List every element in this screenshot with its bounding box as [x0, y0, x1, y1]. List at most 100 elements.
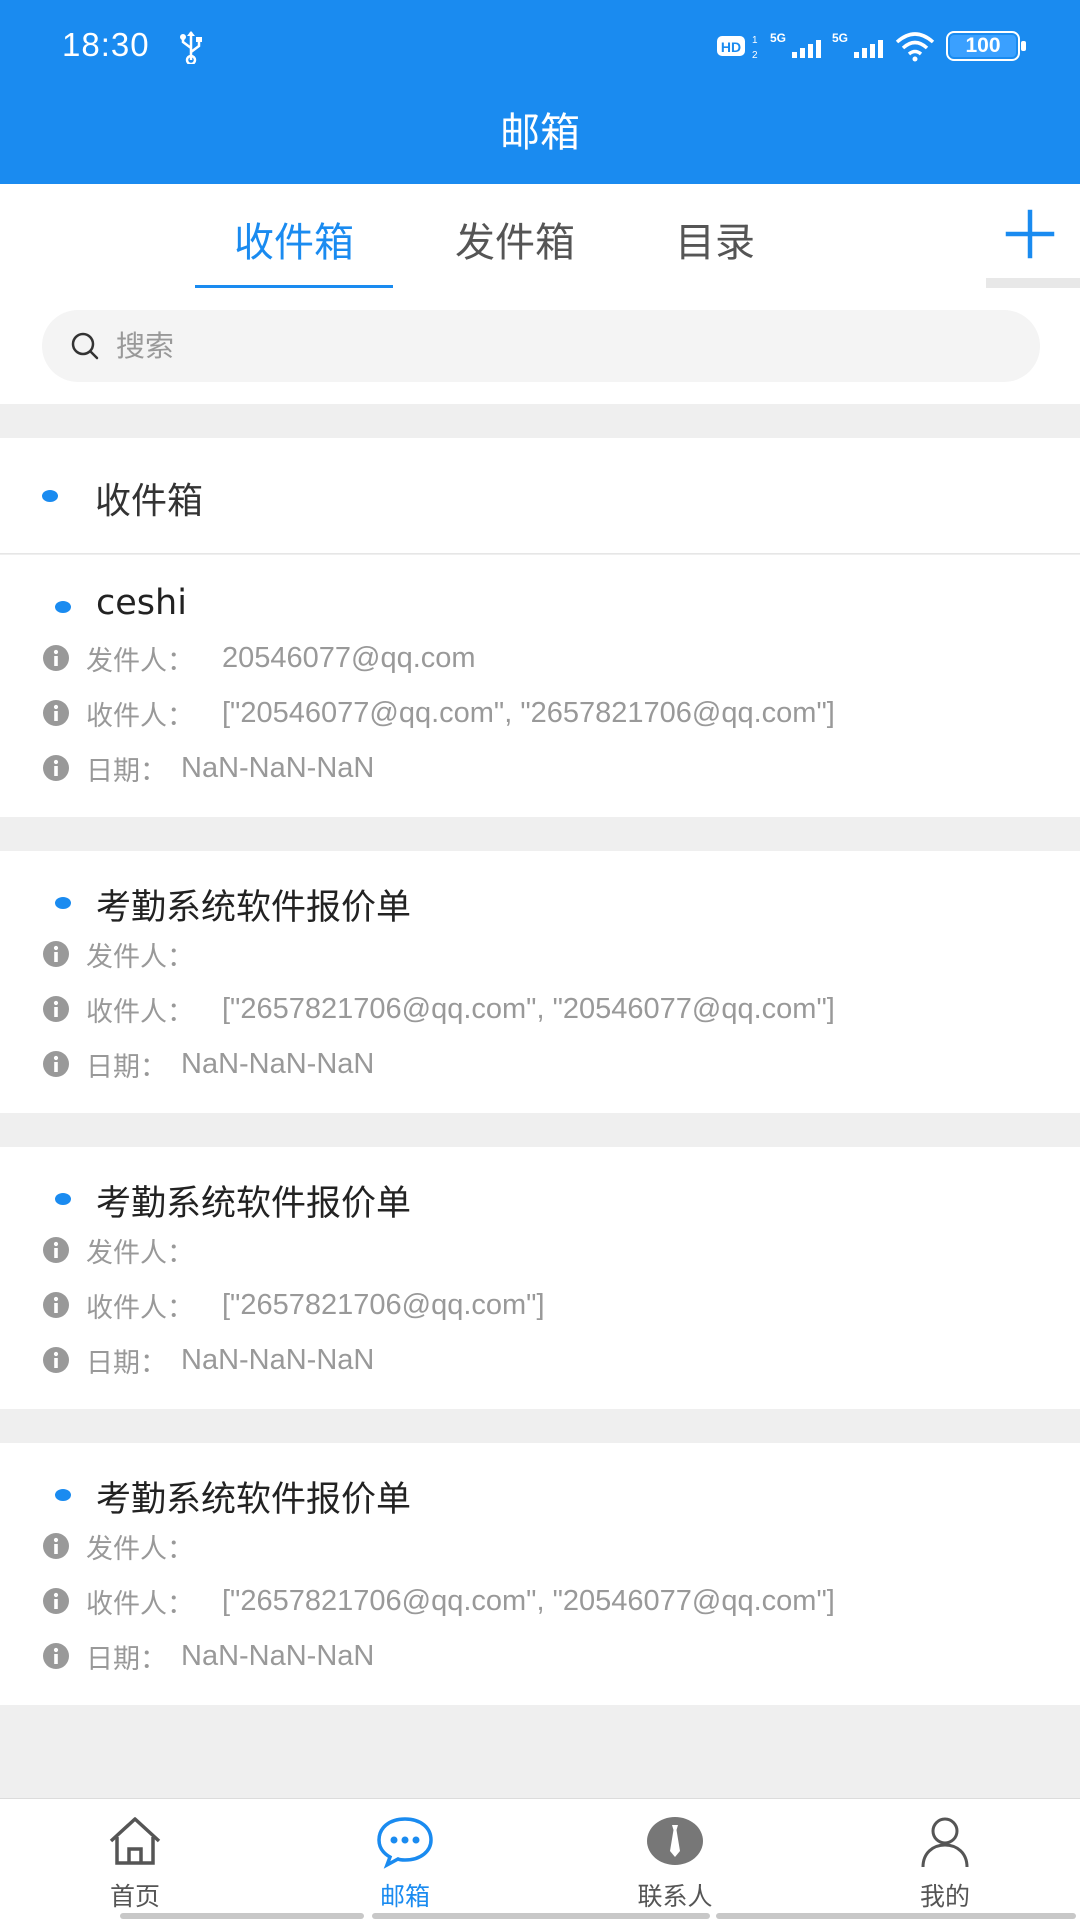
nav-indicator-1 [120, 1913, 364, 1919]
bullet-dot [55, 897, 71, 909]
mail-sender-row: 发件人： [42, 1529, 222, 1565]
sender-label: 发件人： [86, 1533, 194, 1565]
mail-recipients-row: 收件人： ["2657821706@qq.com", "20546077@qq.… [42, 1584, 835, 1620]
svg-text:5G: 5G [832, 31, 848, 45]
battery-icon: 100 [946, 31, 1026, 61]
signal-5g-icon: 5G [770, 31, 821, 58]
nav-indicator-3 [716, 1913, 1076, 1919]
search-icon [71, 332, 99, 360]
recipients-label: 收件人： [86, 700, 194, 732]
date-value: NaN-NaN-NaN [181, 1343, 375, 1376]
nav-item-home[interactable]: 首页 [0, 1799, 270, 1920]
info-icon [43, 1292, 69, 1318]
mail-recipients-row: 收件人： ["20546077@qq.com", "2657821706@qq.… [42, 696, 835, 732]
status-icons: HD 1 2 5G 5G 100 [716, 28, 1026, 64]
info-icon [43, 1643, 69, 1669]
sender-label: 发件人： [86, 941, 194, 973]
date-label: 日期： [86, 1643, 167, 1675]
info-icon [43, 755, 69, 781]
recipients-label: 收件人： [86, 1292, 194, 1324]
nav-label-home: 首页 [109, 1882, 160, 1911]
mail-sender-row: 发件人： 20546077@qq.com [42, 641, 476, 677]
nav-item-mailbox[interactable]: 邮箱 [270, 1799, 540, 1920]
date-label: 日期： [86, 1051, 167, 1083]
wifi-icon [895, 32, 935, 62]
mail-recipients-row: 收件人： ["2657821706@qq.com"] [42, 1288, 545, 1324]
nav-item-me[interactable]: 我的 [810, 1799, 1080, 1920]
active-tab-indicator [195, 285, 393, 288]
nav-label-me: 我的 [919, 1882, 970, 1911]
add-icon[interactable] [1002, 206, 1058, 262]
mail-item[interactable]: 考勤系统软件报价单 发件人： 收件人： ["2657821706@qq.com"… [0, 1443, 1080, 1705]
bottom-navigation: 首页 邮箱 联系人 我的 [0, 1798, 1080, 1920]
date-label: 日期： [86, 1347, 167, 1379]
date-value: NaN-NaN-NaN [181, 751, 375, 784]
mail-date-row: 日期： NaN-NaN-NaN [42, 1047, 375, 1083]
info-icon [43, 700, 69, 726]
nav-label-mailbox: 邮箱 [379, 1882, 430, 1911]
home-icon [109, 1817, 161, 1865]
svg-text:2: 2 [752, 50, 758, 61]
recipients-value: ["2657821706@qq.com"] [222, 1288, 545, 1321]
mail-subject: 考勤系统软件报价单 [96, 1480, 412, 1520]
info-icon [43, 996, 69, 1022]
mail-date-row: 日期： NaN-NaN-NaN [42, 1343, 375, 1379]
info-icon [43, 941, 69, 967]
sender-label: 发件人： [86, 645, 194, 677]
tab-inbox[interactable]: 收件箱 [195, 210, 393, 268]
date-value: NaN-NaN-NaN [181, 1639, 375, 1672]
recipients-value: ["2657821706@qq.com", "20546077@qq.com"] [222, 992, 835, 1025]
bullet-dot [55, 601, 71, 613]
info-icon [43, 1347, 69, 1373]
mail-sender-row: 发件人： [42, 1233, 222, 1269]
date-value: NaN-NaN-NaN [181, 1047, 375, 1080]
mail-date-row: 日期： NaN-NaN-NaN [42, 751, 375, 787]
svg-text:1: 1 [752, 35, 758, 46]
svg-text:HD: HD [721, 39, 741, 55]
mail-subject: 考勤系统软件报价单 [96, 888, 412, 928]
mail-subject: 考勤系统软件报价单 [96, 1184, 412, 1224]
info-icon [43, 1588, 69, 1614]
recipients-value: ["20546077@qq.com", "2657821706@qq.com"] [222, 696, 835, 729]
battery-level: 100 [965, 34, 1001, 57]
date-label: 日期： [86, 755, 167, 787]
info-icon [43, 1237, 69, 1263]
mail-item[interactable]: 考勤系统软件报价单 发件人： 收件人： ["2657821706@qq.com"… [0, 851, 1080, 1113]
recipients-label: 收件人： [86, 996, 194, 1028]
info-icon [43, 645, 69, 671]
mail-recipients-row: 收件人： ["2657821706@qq.com", "20546077@qq.… [42, 992, 835, 1028]
info-icon [43, 1051, 69, 1077]
mail-sender-row: 发件人： [42, 937, 222, 973]
bullet-dot [55, 1193, 71, 1205]
bullet-dot [55, 1489, 71, 1501]
tab-outbox[interactable]: 发件箱 [415, 210, 615, 268]
section-title: 收件箱 [95, 481, 204, 522]
search-field[interactable] [42, 310, 1040, 382]
recipients-label: 收件人： [86, 1588, 194, 1620]
chat-bubble-icon [377, 1817, 433, 1869]
svg-text:5G: 5G [770, 31, 786, 45]
mail-item[interactable]: ceshi 发件人： 20546077@qq.com 收件人： ["205460… [0, 555, 1080, 817]
tab-directory[interactable]: 目录 [630, 210, 800, 268]
nav-indicator-2 [372, 1913, 710, 1919]
app-header: 18:30 HD 1 2 5G 5G 100 邮箱 [0, 0, 1080, 184]
nav-item-contacts[interactable]: 联系人 [540, 1799, 810, 1920]
mail-date-row: 日期： NaN-NaN-NaN [42, 1639, 375, 1675]
tab-bar: 收件箱 发件箱 目录 [0, 184, 1080, 290]
sender-value: 20546077@qq.com [222, 641, 476, 674]
section-header-inbox: 收件箱 [0, 438, 1080, 554]
mail-subject: ceshi [96, 583, 187, 623]
usb-icon [180, 31, 202, 64]
tie-icon [647, 1817, 703, 1865]
mail-item[interactable]: 考勤系统软件报价单 发件人： 收件人： ["2657821706@qq.com"… [0, 1147, 1080, 1409]
recipients-value: ["2657821706@qq.com", "20546077@qq.com"] [222, 1584, 835, 1617]
search-input[interactable] [116, 329, 1016, 363]
page-title: 邮箱 [500, 110, 580, 156]
status-bar: 18:30 HD 1 2 5G 5G 100 [0, 0, 1080, 96]
add-button-underline [986, 278, 1080, 288]
hd-icon: HD 1 2 [717, 35, 758, 61]
signal-5g-icon-2: 5G [832, 31, 883, 58]
search-bar [0, 290, 1080, 404]
bullet-dot [42, 490, 58, 502]
info-icon [43, 1533, 69, 1559]
